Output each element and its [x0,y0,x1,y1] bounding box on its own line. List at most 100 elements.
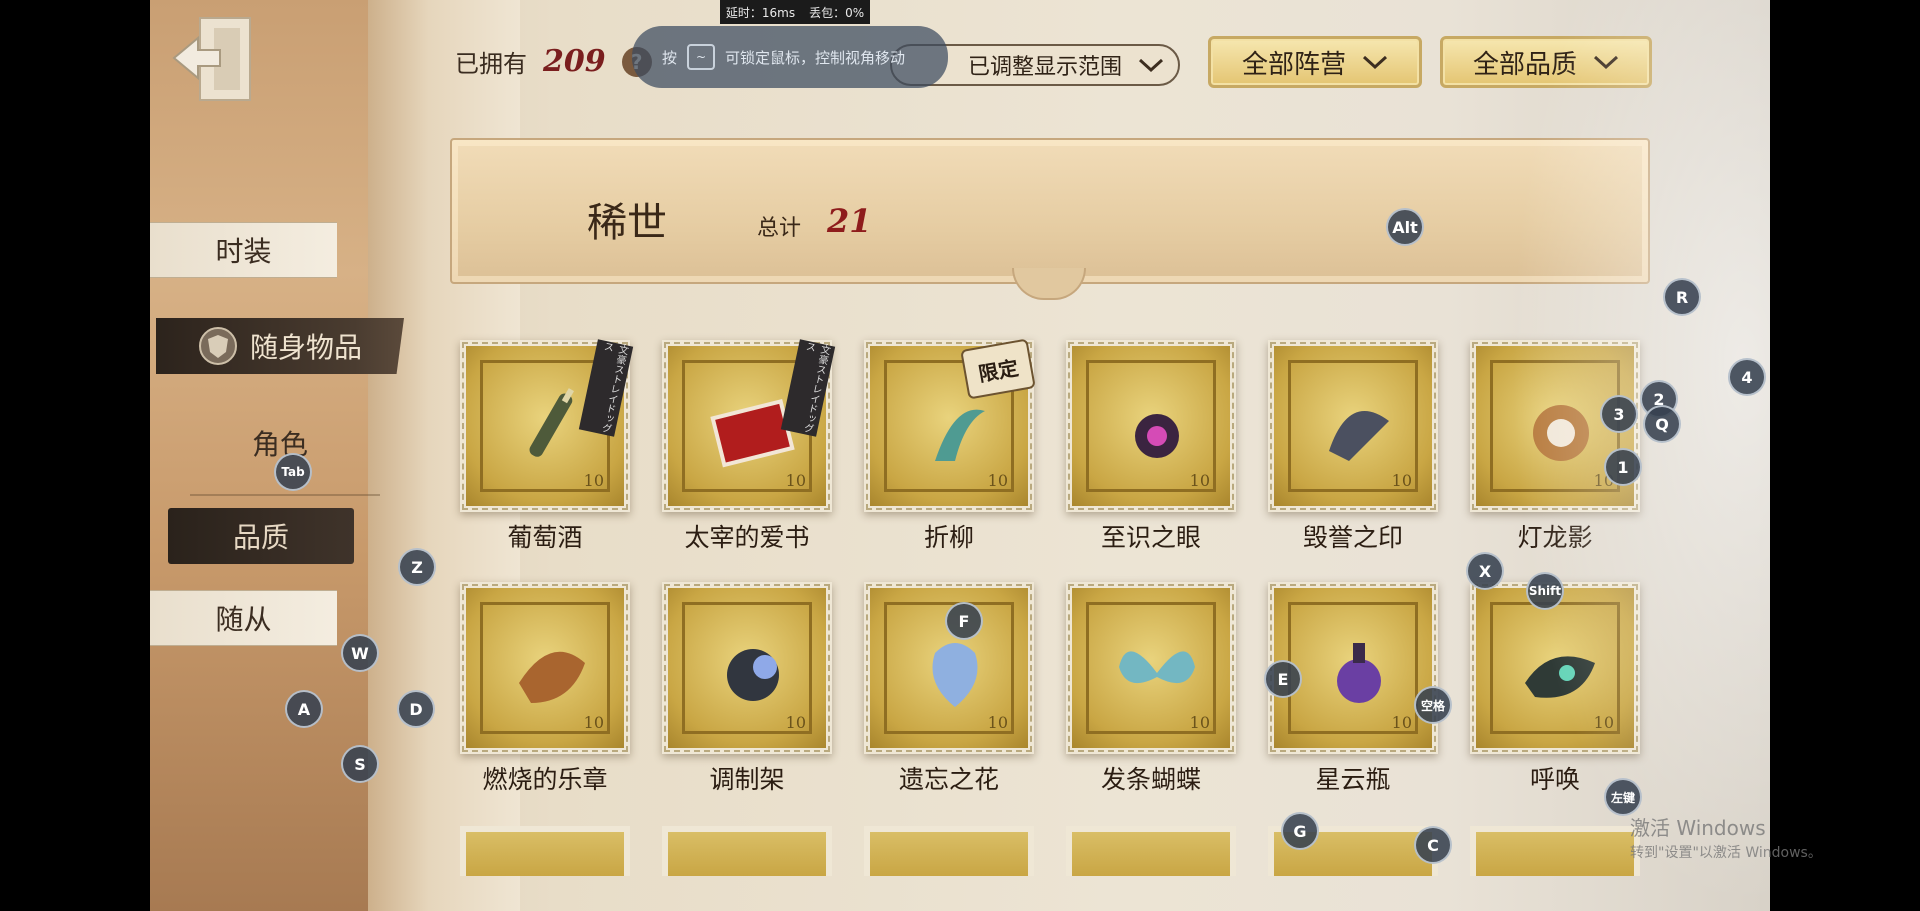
key-space[interactable]: 空格 [1414,686,1452,724]
tab-carried-items[interactable]: 随身物品 [156,318,404,374]
key-e[interactable]: E [1264,660,1302,698]
item-art-icon [1525,656,1595,698]
key-d[interactable]: D [397,690,435,728]
stamp-number: 10 [987,471,1008,490]
activation-watermark: 激活 Windows [1630,816,1766,840]
tab-follower[interactable]: 随从 [150,590,337,646]
stamp-number: 10 [583,713,604,732]
tab-fashion[interactable]: 时装 [150,222,337,278]
stamp-number: 10 [1593,713,1614,732]
tab-follower-label: 随从 [215,603,272,636]
item-card[interactable]: 10 发条蝴蝶 [1066,582,1236,794]
key-1[interactable]: 1 [1604,448,1642,486]
key-shift[interactable]: Shift [1526,572,1564,610]
stamp-number: 10 [1189,713,1210,732]
item-art-icon [1135,414,1179,458]
item-stamp-frame: 10 [1066,582,1236,754]
game-screen: 时装 随身物品 角色 品质 随从 已拥有 209 ? 已调整显示范围 全部阵营 … [150,0,1770,911]
item-name: 折柳 [923,523,974,552]
banner-title: 稀世 [587,200,667,246]
stamp-number: 10 [785,713,806,732]
chevron-down-icon [1593,55,1619,70]
tab-carried-items-label: 随身物品 [249,331,362,364]
item-card[interactable]: 10 文豪ストレイドッグス 太宰的爱书 [662,339,836,552]
tilde-key-icon: ~ [687,44,716,70]
network-stats: 延时：16ms 丢包：0% [720,0,870,24]
key-f[interactable]: F [945,602,983,640]
item-art-icon [727,649,779,701]
key-tab[interactable]: Tab [274,453,312,491]
stamp-number: 10 [1189,471,1210,490]
item-card[interactable]: 10 调制架 [662,582,832,794]
item-card[interactable]: 10 限定 折柳 [864,338,1036,552]
item-card-partial[interactable] [864,826,1034,876]
item-name: 燃烧的乐章 [482,765,608,794]
key-c[interactable]: C [1414,826,1452,864]
item-art-icon [519,651,585,703]
item-card[interactable]: 10 文豪ストレイドッグス 葡萄酒 [460,339,634,552]
item-card[interactable]: 10 毁誉之印 [1268,340,1438,552]
key-x[interactable]: X [1466,552,1504,590]
subtab-quality-label: 品质 [232,521,289,554]
stamp-number: 10 [785,471,806,490]
quality-dropdown[interactable]: 全部品质 [1440,36,1652,88]
key-q[interactable]: Q [1643,405,1681,443]
item-name: 调制架 [709,765,785,794]
banner-total-label: 总计 [757,216,802,241]
item-art-icon [1533,405,1589,461]
item-stamp-frame: 10 [662,582,832,754]
camp-dropdown[interactable]: 全部阵营 [1208,36,1422,88]
activation-watermark-sub: 转到"设置"以激活 Windows。 [1630,845,1822,861]
item-card-partial[interactable] [1066,826,1236,876]
item-name: 太宰的爱书 [684,523,810,552]
rarity-banner: 稀世 总计 21 [450,138,1650,300]
key-s[interactable]: S [341,745,379,783]
item-card-partial[interactable] [460,826,630,876]
item-stamp-frame: 10 [1470,582,1640,754]
item-name: 灯龙影 [1517,523,1593,552]
latency-readout: 延时：16ms [725,5,796,20]
owned-counter: 已拥有 209 ? [455,44,652,79]
key-3[interactable]: 3 [1600,395,1638,433]
chevron-down-icon [1138,58,1164,73]
key-g[interactable]: G [1281,812,1319,850]
shield-icon [198,327,237,365]
item-card[interactable]: 10 燃烧的乐章 [460,582,630,794]
chevron-down-icon [1362,55,1388,70]
key-4[interactable]: 4 [1728,358,1766,396]
scope-dropdown-label: 已调整显示范围 [967,55,1122,80]
owned-label: 已拥有 [455,50,527,78]
tab-fashion-label: 时装 [215,235,272,268]
item-stamp-frame: 10 [1268,340,1438,512]
key-r[interactable]: R [1663,278,1701,316]
key-z[interactable]: Z [398,548,436,586]
key-a[interactable]: A [285,690,323,728]
key-w[interactable]: W [341,634,379,672]
item-art-icon [1329,411,1389,461]
item-card-partial[interactable] [1470,826,1640,876]
owned-count: 209 [543,44,606,79]
subtab-divider [190,494,380,496]
key-alt[interactable]: Alt [1386,208,1424,246]
quality-dropdown-label: 全部品质 [1472,49,1577,80]
item-stamp-frame: 10 [1066,340,1236,512]
item-art-icon [1119,651,1195,684]
item-name: 星云瓶 [1315,765,1391,794]
camp-dropdown-label: 全部阵营 [1241,49,1346,80]
item-card[interactable]: 10 至识之眼 [1066,340,1236,552]
lock-hint-text: 可锁定鼠标，控制视角移动 [725,48,906,67]
subtab-quality[interactable]: 品质 [168,508,354,564]
exit-icon[interactable] [170,14,256,104]
item-stamp-frame: 10 [460,582,630,754]
mouse-lock-hint: 按 ~ 可锁定鼠标，控制视角移动 [632,26,948,88]
key-left-click[interactable]: 左键 [1604,778,1642,816]
item-card[interactable]: 10 呼唤 [1470,582,1640,794]
item-art-icon [935,409,985,461]
stamp-number: 10 [987,713,1008,732]
item-card-partial[interactable] [662,826,832,876]
item-name: 至识之眼 [1100,523,1201,552]
stamp-number: 10 [583,471,604,490]
banner-total: 21 [827,202,872,240]
stamp-number: 10 [1391,713,1412,732]
stamp-number: 10 [1391,471,1412,490]
